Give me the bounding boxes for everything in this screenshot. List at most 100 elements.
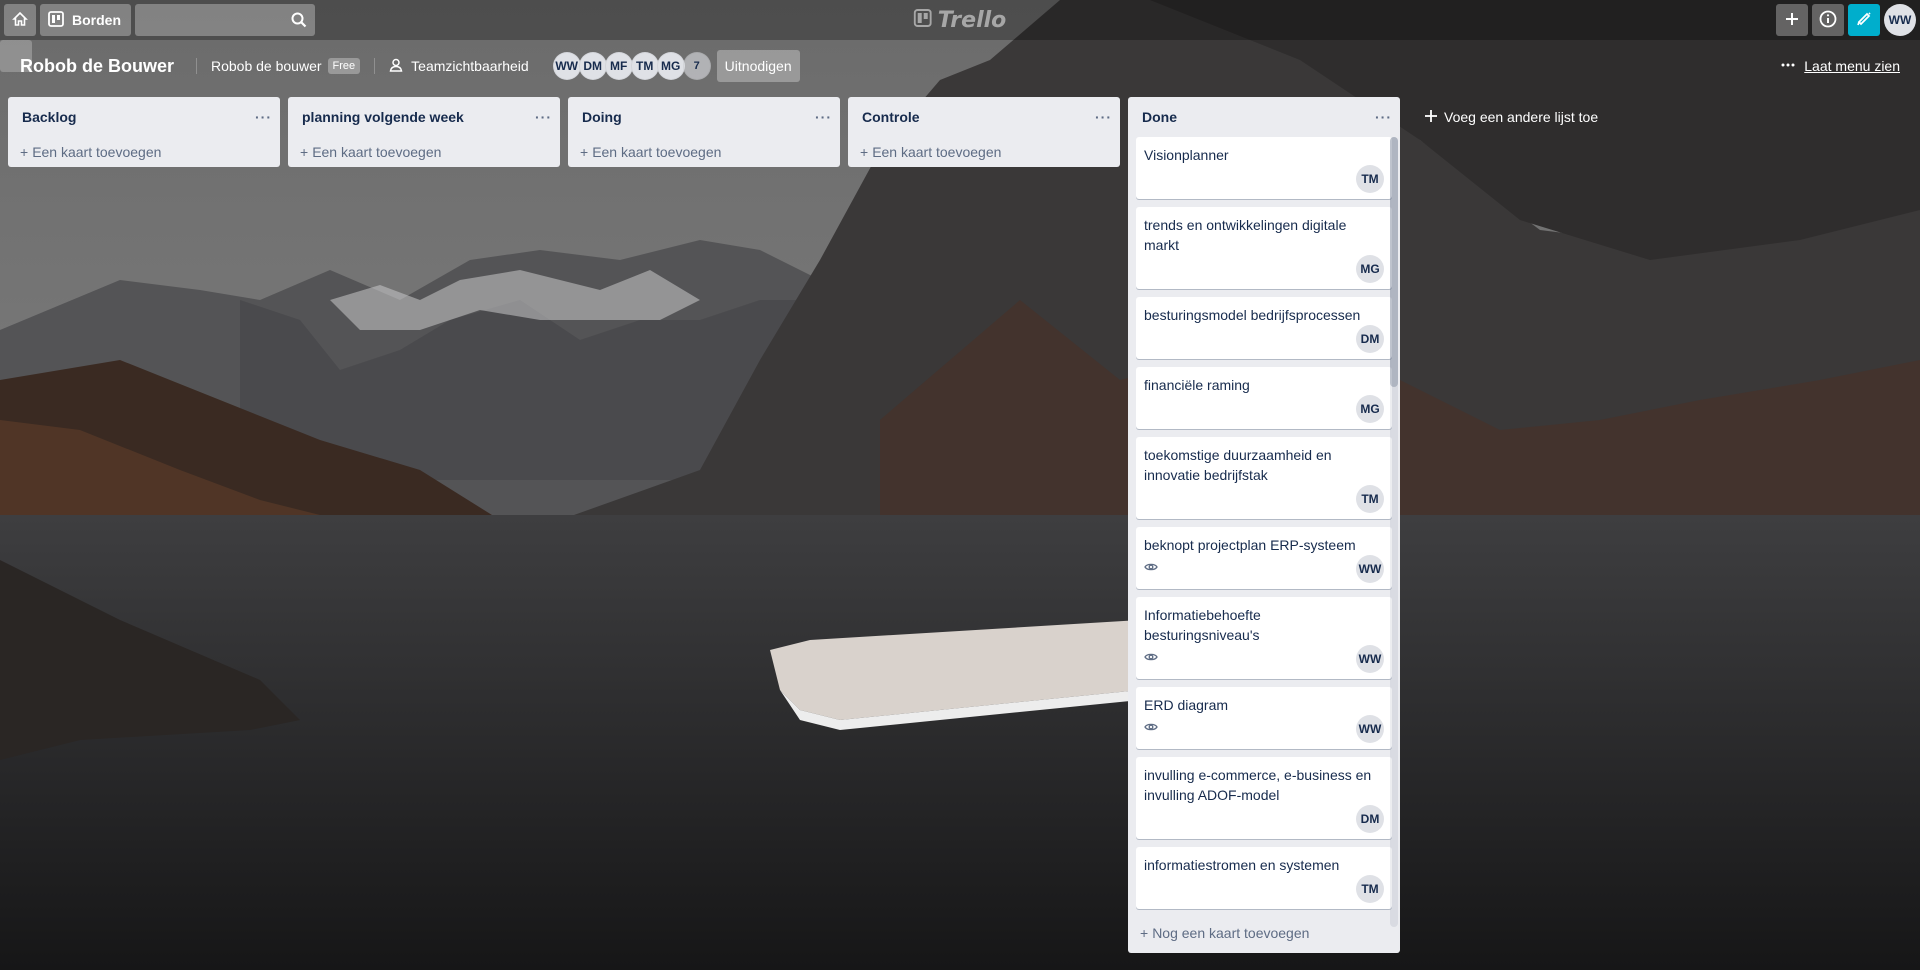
card[interactable]: ERD diagram WW: [1136, 687, 1392, 749]
eye-icon: [1144, 560, 1158, 579]
card-title: informatiestromen en systemen: [1144, 857, 1340, 873]
plus-icon: +: [580, 144, 589, 160]
team-visibility-icon: [389, 58, 403, 75]
trello-logo-icon: [913, 8, 932, 33]
top-navigation-bar: Borden Trello WW: [0, 0, 1920, 40]
add-card-button[interactable]: + Een kaart toevoegen: [288, 137, 560, 167]
member-avatar[interactable]: WW: [552, 52, 581, 80]
card[interactable]: besturingsmodel bedrijfsprocessen DM: [1136, 297, 1392, 359]
list-menu-icon[interactable]: ···: [1095, 109, 1112, 125]
trello-logo-text: Trello: [937, 8, 1007, 33]
boards-label: Borden: [72, 12, 121, 28]
add-card-label: Een kaart toevoegen: [592, 144, 722, 160]
user-avatar[interactable]: WW: [1884, 4, 1916, 36]
info-button[interactable]: [1812, 4, 1844, 36]
boards-button[interactable]: Borden: [40, 4, 131, 36]
list-title[interactable]: planning volgende week: [302, 109, 535, 125]
member-avatar[interactable]: MF: [604, 52, 633, 80]
visibility-button[interactable]: Teamzichtbaarheid: [381, 50, 537, 82]
show-menu-button[interactable]: Laat menu zien: [1772, 50, 1908, 82]
notifications-button[interactable]: [1848, 4, 1880, 36]
scrollbar-thumb[interactable]: [1390, 137, 1398, 387]
card[interactable]: informatiestromen en systemen TM: [1136, 847, 1392, 909]
visibility-label: Teamzichtbaarheid: [411, 58, 529, 74]
plus-icon: +: [1140, 925, 1149, 941]
list-menu-icon[interactable]: ···: [535, 109, 552, 125]
star-icon: [0, 40, 32, 72]
divider: [196, 58, 197, 74]
board-header: Robob de Bouwer Robob de bouwer Free Tea…: [0, 40, 1920, 92]
list-menu-icon[interactable]: ···: [255, 109, 272, 125]
megaphone-icon: [1856, 11, 1872, 30]
info-icon: [1819, 10, 1837, 31]
add-list-label: Voeg een andere lijst toe: [1444, 109, 1599, 125]
plus-icon: [1784, 11, 1800, 30]
search-input[interactable]: [135, 4, 315, 36]
list-done: Done ··· Visionplanner TM trends en ontw…: [1128, 97, 1400, 953]
list-doing: Doing ··· + Een kaart toevoegen: [568, 97, 840, 167]
list-menu-icon[interactable]: ···: [815, 109, 832, 125]
list-title[interactable]: Doing: [582, 109, 815, 125]
card-title: Visionplanner: [1144, 147, 1229, 163]
list-title[interactable]: Controle: [862, 109, 1095, 125]
member-avatar[interactable]: TM: [630, 52, 659, 80]
plus-icon: [1424, 109, 1438, 126]
more-members-count[interactable]: 7: [682, 52, 711, 80]
search-box[interactable]: [135, 4, 315, 36]
add-card-button[interactable]: + Een kaart toevoegen: [848, 137, 1120, 167]
list-title[interactable]: Backlog: [22, 109, 255, 125]
add-card-button[interactable]: + Een kaart toevoegen: [8, 137, 280, 167]
list-title[interactable]: Done: [1142, 109, 1375, 125]
card[interactable]: invulling e-commerce, e-business en invu…: [1136, 757, 1392, 839]
home-icon: [12, 11, 28, 30]
list-planning-volgende-week: planning volgende week ··· + Een kaart t…: [288, 97, 560, 167]
member-avatar[interactable]: DM: [578, 52, 607, 80]
card-member-avatar[interactable]: TM: [1356, 485, 1384, 513]
member-avatar[interactable]: MG: [656, 52, 685, 80]
create-button[interactable]: [1776, 4, 1808, 36]
card-member-avatar[interactable]: WW: [1356, 715, 1384, 743]
add-card-label: Een kaart toevoegen: [312, 144, 442, 160]
board-title[interactable]: Robob de Bouwer: [20, 56, 174, 77]
card-member-avatar[interactable]: MG: [1356, 395, 1384, 423]
card-member-avatar[interactable]: TM: [1356, 875, 1384, 903]
card[interactable]: beknopt projectplan ERP-systeem WW: [1136, 527, 1392, 589]
card-title: beknopt projectplan ERP-systeem: [1144, 537, 1356, 553]
add-list-button[interactable]: Voeg een andere lijst toe: [1414, 97, 1686, 137]
card-title: ERD diagram: [1144, 697, 1229, 713]
list-menu-icon[interactable]: ···: [1375, 109, 1392, 125]
workspace-button[interactable]: Robob de bouwer Free: [203, 50, 368, 82]
card[interactable]: Informatiebehoefte besturingsniveau's WW: [1136, 597, 1392, 679]
workspace-name: Robob de bouwer: [211, 58, 322, 74]
card-member-avatar[interactable]: DM: [1356, 325, 1384, 353]
star-button[interactable]: [0, 40, 32, 72]
card[interactable]: trends en ontwikkelingen digitale markt …: [1136, 207, 1392, 289]
card-member-avatar[interactable]: TM: [1356, 165, 1384, 193]
card-member-avatar[interactable]: DM: [1356, 805, 1384, 833]
add-card-button[interactable]: + Nog een kaart toevoegen: [1128, 913, 1400, 953]
plus-icon: +: [860, 144, 869, 160]
home-button[interactable]: [4, 4, 36, 36]
search-icon[interactable]: [291, 12, 307, 33]
plus-icon: +: [300, 144, 309, 160]
card-title: trends en ontwikkelingen digitale markt: [1144, 217, 1347, 253]
list-scrollbar[interactable]: [1390, 137, 1398, 927]
card-list: Visionplanner TM trends en ontwikkelinge…: [1128, 137, 1400, 913]
card-title: besturingsmodel bedrijfsprocessen: [1144, 307, 1361, 323]
divider: [374, 58, 376, 74]
card[interactable]: Visionplanner TM: [1136, 137, 1392, 199]
card-member-avatar[interactable]: MG: [1356, 255, 1384, 283]
card-title: financiële raming: [1144, 377, 1250, 393]
trello-logo[interactable]: Trello: [913, 8, 1007, 33]
invite-button[interactable]: Uitnodigen: [716, 50, 800, 82]
add-card-label: Een kaart toevoegen: [32, 144, 162, 160]
card-title: Informatiebehoefte besturingsniveau's: [1144, 607, 1261, 643]
card-member-avatar[interactable]: WW: [1356, 555, 1384, 583]
card[interactable]: financiële raming MG: [1136, 367, 1392, 429]
add-card-label: Een kaart toevoegen: [872, 144, 1002, 160]
add-card-button[interactable]: + Een kaart toevoegen: [568, 137, 840, 167]
show-menu-label: Laat menu zien: [1804, 58, 1900, 74]
card-member-avatar[interactable]: WW: [1356, 645, 1384, 673]
board-members: WW DM MF TM MG 7: [552, 52, 711, 80]
card[interactable]: toekomstige duurzaamheid en innovatie be…: [1136, 437, 1392, 519]
